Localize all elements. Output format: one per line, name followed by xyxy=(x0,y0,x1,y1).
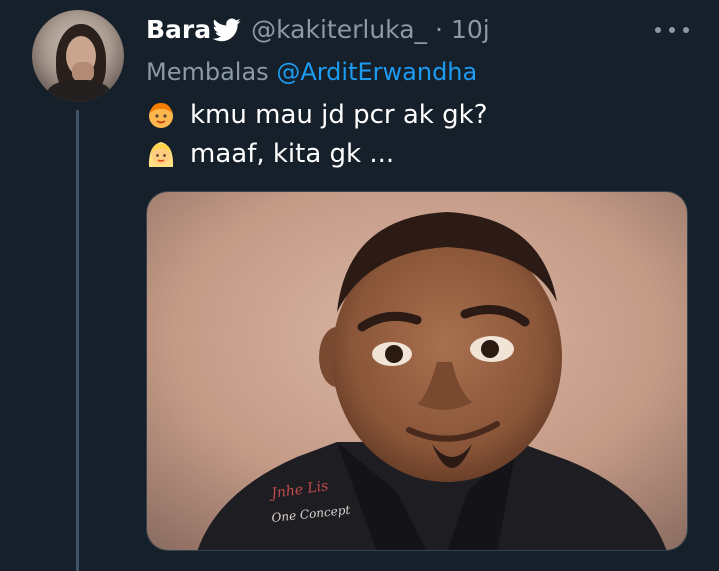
tweet-text-2: maaf, kita gk ... xyxy=(190,139,395,169)
separator-dot: · xyxy=(435,15,443,44)
tweet-header: Bara @kakiterluka_ · 10j xyxy=(146,14,490,46)
blonde-girl-emoji-icon xyxy=(148,142,174,167)
photo-image: Jnhe Lis One Concept xyxy=(147,192,687,550)
avatar[interactable] xyxy=(32,10,124,102)
thread-line xyxy=(76,110,79,571)
tweet-time[interactable]: 10j xyxy=(451,14,490,46)
tweet-photo[interactable]: Jnhe Lis One Concept xyxy=(146,191,688,551)
user-handle[interactable]: @kakiterluka_ xyxy=(251,14,427,46)
more-options-icon[interactable] xyxy=(655,18,689,42)
tweet-text-line-2: maaf, kita gk ... xyxy=(146,137,394,171)
reply-mention-link[interactable]: @ArditErwandha xyxy=(276,58,477,86)
twitter-bird-icon xyxy=(213,18,241,42)
display-name[interactable]: Bara xyxy=(146,14,211,46)
replying-to-label: Membalas xyxy=(146,58,269,86)
replying-to: Membalas @ArditErwandha xyxy=(146,56,477,88)
tweet-text-1: kmu mau jd pcr ak gk? xyxy=(190,100,488,130)
tweet-text-line-1: kmu mau jd pcr ak gk? xyxy=(146,98,488,132)
boy-face-emoji-icon xyxy=(149,103,173,128)
tweet[interactable]: Bara @kakiterluka_ · 10j Membalas @Ardit… xyxy=(0,0,719,571)
